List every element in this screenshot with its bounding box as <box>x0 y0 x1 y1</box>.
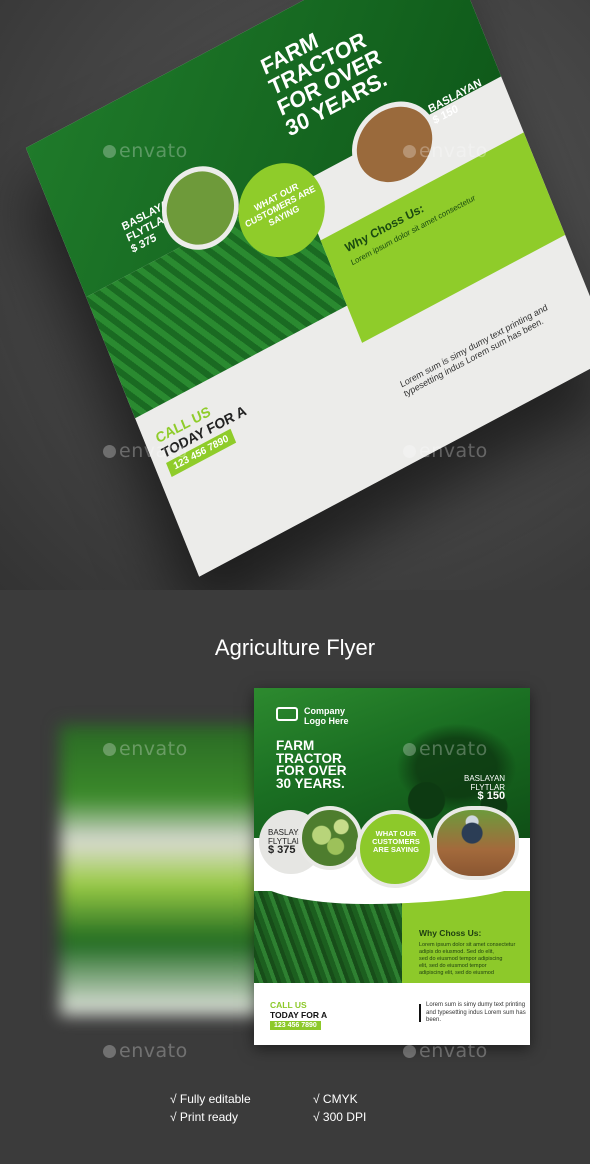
feature-cmyk: √ CMYK <box>313 1092 358 1106</box>
feature-print-ready: √ Print ready <box>170 1110 238 1124</box>
watermark: envato <box>103 140 188 162</box>
envato-leaf-icon <box>103 445 116 458</box>
watermark: envato <box>103 1040 188 1062</box>
why-choose-title: Why Choss Us: <box>419 928 482 938</box>
call-us-label: CALL US <box>270 1000 307 1010</box>
blurred-flyer-back <box>60 725 265 1015</box>
watermark: envato <box>403 140 488 162</box>
envato-leaf-icon <box>403 145 416 158</box>
feature-300-dpi: √ 300 DPI <box>313 1110 367 1124</box>
envato-leaf-icon <box>403 445 416 458</box>
flyer-front: Company Logo Here FARM TRACTOR FOR OVER 30 Y… <box>254 688 530 1045</box>
envato-leaf-icon <box>103 743 116 756</box>
watermark: envato <box>403 440 488 462</box>
watermark: envato <box>103 440 188 462</box>
tilted-flyer: Company Logo Here FARMTRACTORFOR OVER30 … <box>25 0 590 577</box>
watermark: envato <box>103 738 188 760</box>
envato-leaf-icon <box>403 743 416 756</box>
tractor-logo-icon <box>276 707 298 721</box>
crop-field-photo <box>254 891 402 983</box>
lorem-text: Lorem sum is simy dumy text printing and… <box>426 1002 526 1023</box>
envato-leaf-icon <box>103 145 116 158</box>
customers-saying-title: WHAT OUR CUSTOMERS ARE SAYING <box>372 829 420 854</box>
feature-fully-editable: √ Fully editable <box>170 1092 251 1106</box>
farmer-photo-circle <box>433 806 519 880</box>
envato-leaf-icon <box>103 1045 116 1058</box>
watermark: envato <box>403 738 488 760</box>
page-title: Agriculture Flyer <box>214 635 376 660</box>
phone-number: 123 456 7890 <box>270 1021 321 1030</box>
flyer-showcase: Agriculture Flyer Company Logo Here FARM T… <box>0 590 590 1164</box>
price-tag-top: BASLAYAN FLYTLAR $ 150 <box>464 774 506 802</box>
tomato-photo-circle <box>298 806 362 870</box>
flyer-headline: FARM TRACTOR FOR OVER 30 YEARS. <box>276 738 347 791</box>
envato-leaf-icon <box>403 1045 416 1058</box>
watermark: envato <box>403 1040 488 1062</box>
company-logo-text: Company Logo Here <box>304 706 349 726</box>
call-us-sub: TODAY FOR A <box>270 1010 328 1020</box>
why-choose-list: Lorem ipsum dolor sit amet consectetur ad… <box>419 942 516 976</box>
divider <box>419 1004 421 1022</box>
mockup-preview: Company Logo Here FARMTRACTORFOR OVER30 … <box>0 0 590 590</box>
